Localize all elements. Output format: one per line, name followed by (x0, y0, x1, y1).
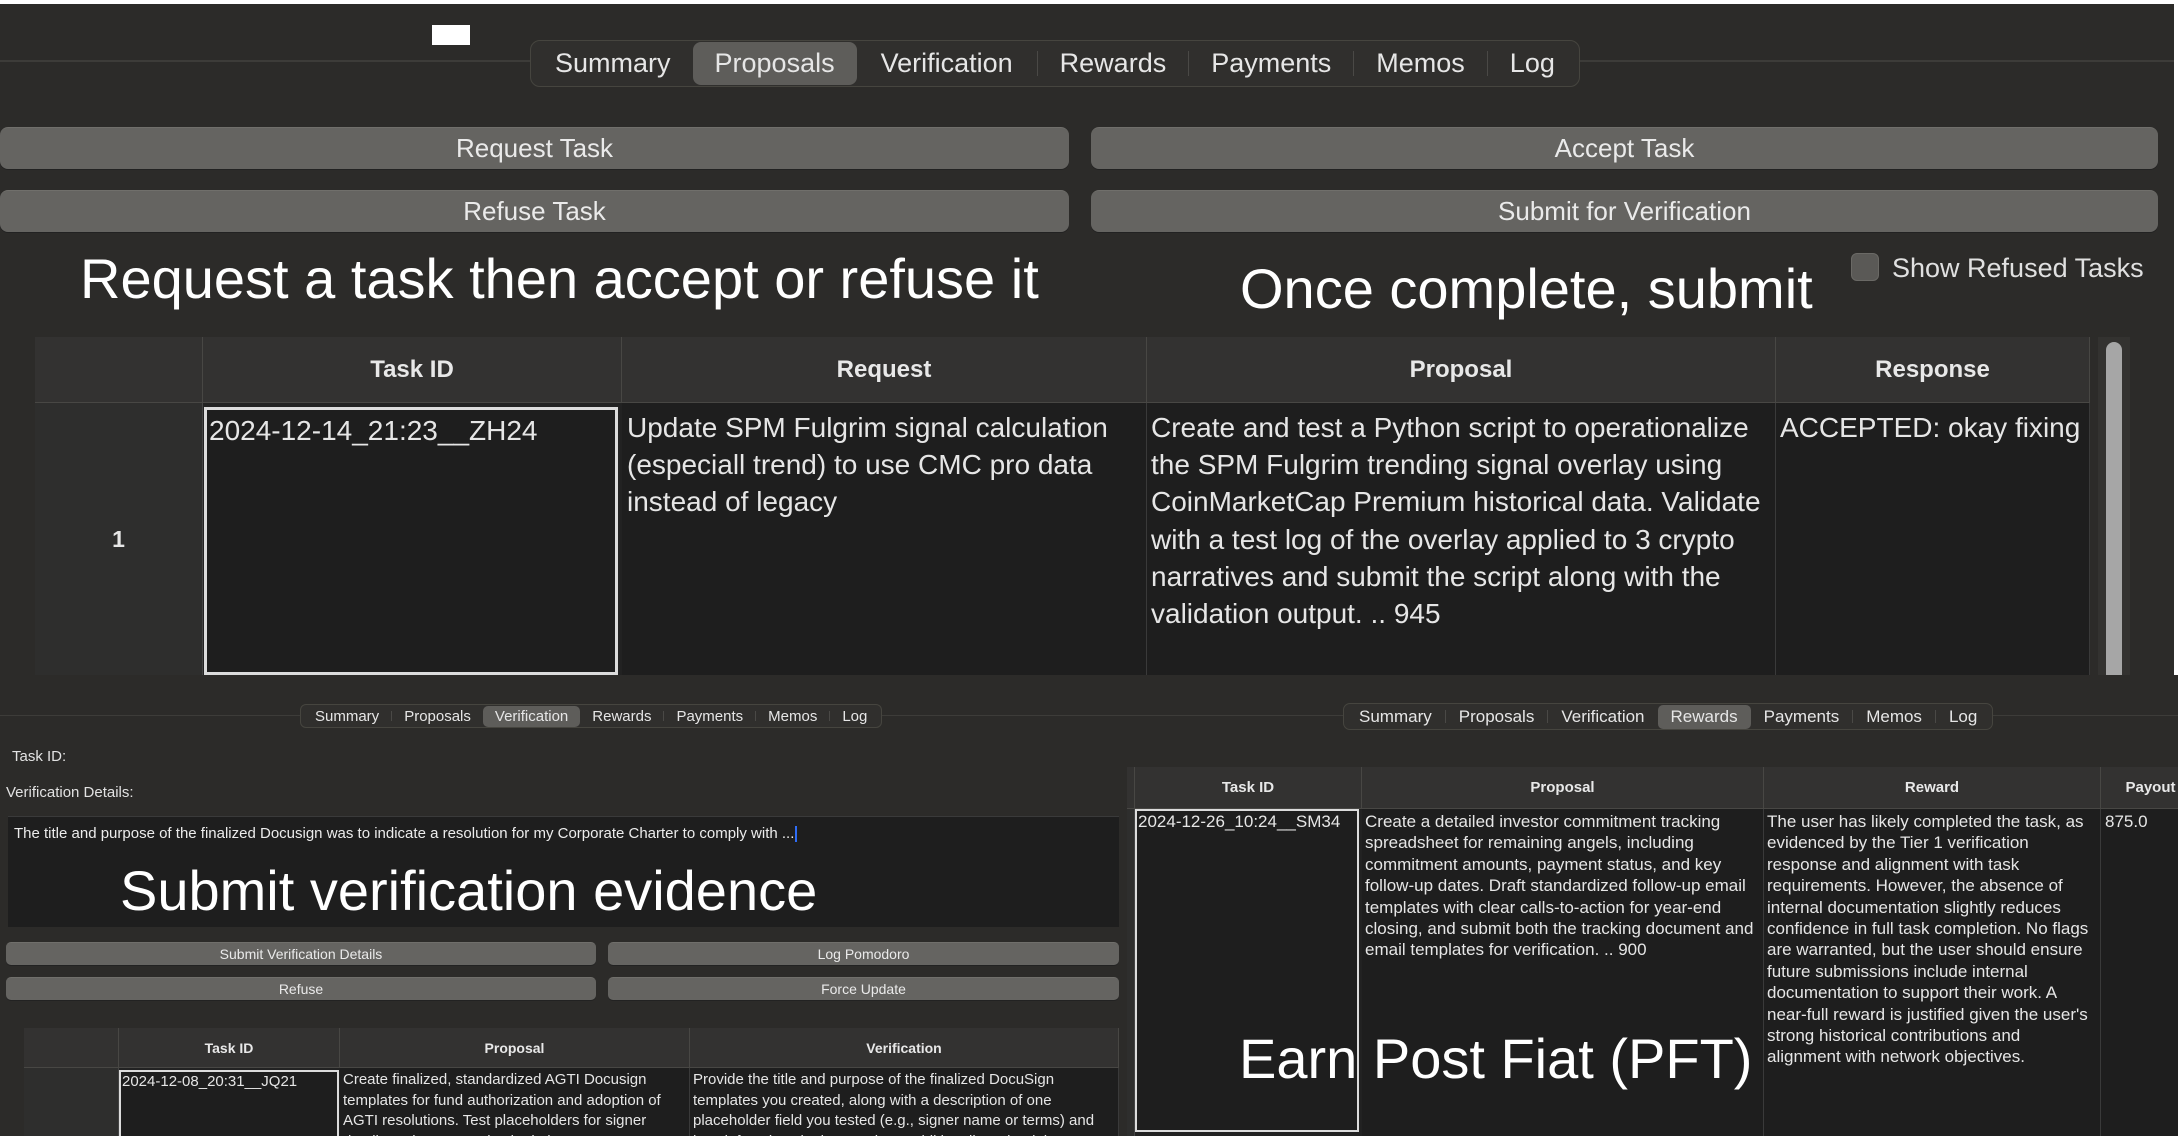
text-caret (795, 826, 798, 843)
log-pomodoro-button[interactable]: Log Pomodoro (608, 942, 1119, 965)
submit-for-verification-button[interactable]: Submit for Verification (1091, 190, 2158, 232)
tab-verification[interactable]: Verification (1548, 705, 1657, 729)
column-header-proposal[interactable]: Proposal (340, 1028, 690, 1068)
row-number[interactable] (24, 1068, 119, 1136)
tab-rewards[interactable]: Rewards (1038, 42, 1189, 85)
request-task-button[interactable]: Request Task (0, 127, 1069, 169)
column-header-task-id[interactable]: Task ID (119, 1028, 340, 1068)
tab-log[interactable]: Log (1488, 42, 1577, 85)
column-header-proposal[interactable]: Proposal (1362, 767, 1764, 809)
row-number[interactable]: 1 (35, 403, 203, 675)
row-header-corner (35, 337, 203, 403)
column-header-request[interactable]: Request (622, 337, 1147, 403)
column-header-task-id[interactable]: Task ID (203, 337, 622, 403)
tab-summary[interactable]: Summary (303, 706, 391, 727)
cell-request[interactable]: Update SPM Fulgrim signal calculation (e… (622, 403, 1147, 675)
proposals-panel: Summary Proposals Verification Rewards P… (0, 4, 2174, 675)
cell-verification[interactable]: Provide the title and purpose of the fin… (690, 1068, 1119, 1136)
submit-verification-details-button[interactable]: Submit Verification Details (6, 942, 596, 965)
tab-bar: Summary Proposals Verification Rewards P… (300, 704, 883, 728)
accept-task-button[interactable]: Accept Task (1091, 127, 2158, 169)
tab-verification[interactable]: Verification (857, 42, 1037, 85)
tab-proposals[interactable]: Proposals (692, 42, 857, 85)
cell-proposal[interactable]: Create finalized, standardized AGTI Docu… (340, 1068, 690, 1136)
verification-table: Task ID Proposal Verification 2024-12-08… (24, 1028, 1119, 1136)
cell-task-id[interactable]: 2024-12-08_20:31__JQ21 (119, 1070, 339, 1136)
tab-log[interactable]: Log (830, 706, 879, 727)
show-refused-checkbox[interactable] (1851, 253, 1879, 281)
tab-memos[interactable]: Memos (1853, 705, 1935, 729)
row-number[interactable] (1127, 809, 1135, 1136)
column-header-proposal[interactable]: Proposal (1147, 337, 1776, 403)
column-header-verification[interactable]: Verification (690, 1028, 1119, 1068)
row-header-corner (24, 1028, 119, 1068)
tab-summary[interactable]: Summary (1346, 705, 1445, 729)
verification-details-text: The title and purpose of the finalized D… (14, 825, 795, 842)
annotation-request-accept-refuse: Request a task then accept or refuse it (80, 247, 1039, 310)
tab-bar: Summary Proposals Verification Rewards P… (530, 40, 1580, 87)
verification-details-label: Verification Details: (6, 784, 134, 801)
tab-memos[interactable]: Memos (756, 706, 829, 727)
cell-payout[interactable]: 875.0 (2101, 809, 2178, 1136)
force-update-button[interactable]: Force Update (608, 977, 1119, 1000)
rewards-panel: Summary Proposals Verification Rewards P… (1119, 675, 2178, 1136)
annotation-once-complete: Once complete, submit (1240, 257, 1813, 320)
tab-proposals[interactable]: Proposals (1446, 705, 1548, 729)
tab-memos[interactable]: Memos (1354, 42, 1487, 85)
cell-response[interactable]: ACCEPTED: okay fixing (1776, 403, 2090, 675)
task-id-label: Task ID: (12, 748, 67, 765)
proposals-table: Task ID Request Proposal Response 1 2024… (35, 337, 2090, 675)
column-header-payout[interactable]: Payout (2101, 767, 2178, 809)
verification-panel: Summary Proposals Verification Rewards P… (0, 675, 1119, 1136)
column-header-response[interactable]: Response (1776, 337, 2090, 403)
tab-rewards[interactable]: Rewards (580, 706, 663, 727)
column-header-task-id[interactable]: Task ID (1135, 767, 1362, 809)
annotation-submit-verification: Submit verification evidence (120, 859, 818, 922)
annotation-earn-pft: Earn Post Fiat (PFT) (1239, 1027, 1753, 1090)
tab-proposals[interactable]: Proposals (392, 706, 483, 727)
cell-task-id[interactable]: 2024-12-14_21:23__ZH24 (204, 407, 618, 675)
tab-payments[interactable]: Payments (664, 706, 755, 727)
window-indicator (432, 25, 470, 45)
row-header-corner (1127, 767, 1135, 809)
cell-reward[interactable]: The user has likely completed the task, … (1764, 809, 2101, 1136)
tab-log[interactable]: Log (1936, 705, 1990, 729)
tab-payments[interactable]: Payments (1189, 42, 1353, 85)
tab-payments[interactable]: Payments (1751, 705, 1853, 729)
refuse-task-button[interactable]: Refuse Task (0, 190, 1069, 232)
table-scrollbar-thumb[interactable] (2106, 342, 2122, 675)
refuse-button[interactable]: Refuse (6, 977, 596, 1000)
tab-bar: Summary Proposals Verification Rewards P… (1343, 703, 1994, 730)
column-header-reward[interactable]: Reward (1764, 767, 2101, 809)
tab-summary[interactable]: Summary (533, 42, 693, 85)
show-refused-label[interactable]: Show Refused Tasks (1892, 253, 2144, 284)
cell-proposal[interactable]: Create and test a Python script to opera… (1147, 403, 1776, 675)
tab-verification[interactable]: Verification (482, 705, 581, 727)
tab-rewards[interactable]: Rewards (1657, 704, 1751, 729)
